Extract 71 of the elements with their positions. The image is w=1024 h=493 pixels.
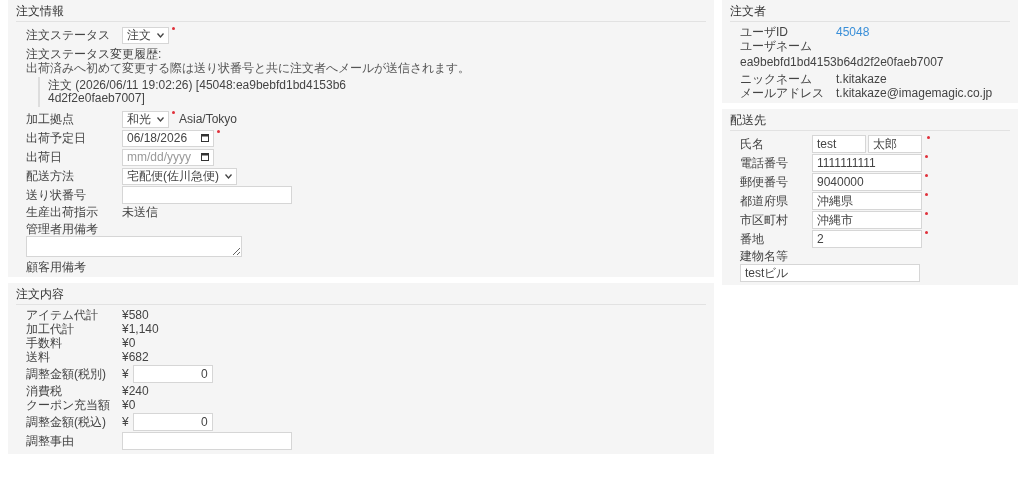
status-history-entry: 注文 (2026/06/11 19:02:26) [45048:ea9bebfd1bd4153b64d2f2e0faeb7007] bbox=[38, 77, 354, 107]
field-value: ¥580 bbox=[122, 308, 149, 322]
field-label: 手数料 bbox=[26, 336, 63, 350]
field-label: 都道府県 bbox=[740, 194, 789, 208]
name-field[interactable]: 太郎 bbox=[868, 135, 922, 153]
field-label: 管理者用備考 bbox=[26, 222, 99, 236]
text-field[interactable]: 沖縄市 bbox=[812, 211, 922, 229]
field-label: 番地 bbox=[740, 232, 765, 246]
panel-title: 配送先 bbox=[730, 111, 1010, 131]
field-label: 注文ステータス bbox=[26, 28, 111, 42]
section-label: 顧客用備考 bbox=[26, 260, 87, 274]
name-field[interactable]: test bbox=[812, 135, 866, 153]
date-field[interactable]: 06/18/2026 bbox=[122, 129, 214, 147]
panel-title: 注文者 bbox=[730, 2, 1010, 22]
field-label: 郵便番号 bbox=[740, 175, 789, 189]
field-label: 送料 bbox=[26, 350, 51, 364]
field-label: 調整金額(税込) bbox=[26, 415, 107, 429]
dropdown[interactable]: 宅配便(佐川急便) bbox=[122, 167, 237, 185]
text-field[interactable]: 9040000 bbox=[812, 173, 922, 191]
field-label: 生産出荷指示 bbox=[26, 205, 99, 219]
timezone-text: Asia/Tokyo bbox=[179, 112, 238, 126]
dropdown[interactable]: 注文 bbox=[122, 26, 169, 44]
field-value: ¥0 bbox=[122, 336, 136, 350]
field-value: 未送信 bbox=[122, 205, 158, 219]
field-value: ea9bebfd1bd4153b64d2f2e0faeb7007 bbox=[740, 55, 944, 69]
caret-icon bbox=[157, 116, 164, 122]
text-area[interactable] bbox=[26, 236, 242, 257]
amount-field[interactable]: 0 bbox=[132, 413, 213, 431]
field-label: 調整金額(税別) bbox=[26, 367, 107, 381]
text-field[interactable] bbox=[122, 186, 292, 204]
field-value: ¥0 bbox=[122, 398, 136, 412]
field-label: 建物名等 bbox=[740, 249, 789, 263]
panel-title: 注文内容 bbox=[16, 285, 706, 305]
field-value: ¥240 bbox=[122, 384, 149, 398]
text-field[interactable]: 2 bbox=[812, 230, 922, 248]
text-field[interactable]: 1111111111 bbox=[812, 154, 922, 172]
field-label: 電話番号 bbox=[740, 156, 789, 170]
field-label: 市区町村 bbox=[740, 213, 789, 227]
currency-sign: ¥ bbox=[122, 415, 129, 429]
field-label: 出荷予定日 bbox=[26, 131, 87, 145]
field-value: ¥682 bbox=[122, 350, 149, 364]
text-field[interactable]: testビル bbox=[740, 264, 920, 282]
field-label: 消費税 bbox=[26, 384, 63, 398]
field-label: クーポン充当額 bbox=[26, 398, 111, 412]
field-label: ユーザネーム bbox=[740, 39, 813, 53]
section-label: 注文ステータス変更履歴: bbox=[26, 47, 163, 61]
panel-title: 注文情報 bbox=[16, 2, 706, 22]
field-label: ユーザID bbox=[740, 25, 789, 39]
field-label: 配送方法 bbox=[26, 169, 75, 183]
field-label: 加工代計 bbox=[26, 322, 75, 336]
field-label: 加工拠点 bbox=[26, 112, 75, 126]
calendar-icon bbox=[201, 153, 209, 161]
field-label: 出荷日 bbox=[26, 150, 63, 164]
amount-field[interactable]: 0 bbox=[132, 365, 213, 383]
field-value: t.kitakaze bbox=[836, 72, 887, 86]
caret-icon bbox=[225, 173, 232, 179]
field-value: ¥1,140 bbox=[122, 322, 159, 336]
field-label: ニックネーム bbox=[740, 72, 813, 86]
calendar-icon bbox=[201, 134, 209, 142]
field-label: 調整事由 bbox=[26, 434, 75, 448]
field-label: 送り状番号 bbox=[26, 188, 87, 202]
field-value: t.kitakaze@imagemagic.co.jp bbox=[836, 86, 993, 100]
text-field[interactable]: 沖縄県 bbox=[812, 192, 922, 210]
field-label: 氏名 bbox=[740, 137, 765, 151]
field-label: メールアドレス bbox=[740, 86, 825, 100]
dropdown[interactable]: 和光 bbox=[122, 110, 169, 128]
field-label: アイテム代計 bbox=[26, 308, 99, 322]
currency-sign: ¥ bbox=[122, 367, 129, 381]
note-text: 出荷済みへ初めて変更する際は送り状番号と共に注文者へメールが送信されます。 bbox=[26, 61, 471, 75]
text-field[interactable] bbox=[122, 432, 292, 450]
caret-icon bbox=[157, 32, 164, 38]
